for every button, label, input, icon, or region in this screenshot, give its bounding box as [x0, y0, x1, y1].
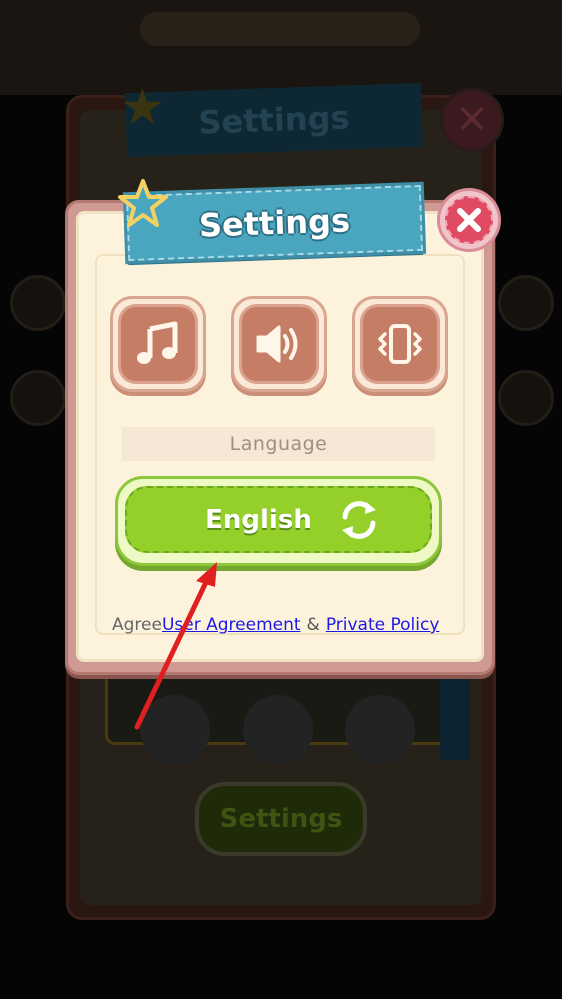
music-note-icon [118, 304, 198, 384]
background-side-icon [498, 370, 554, 426]
background-side-icon [10, 370, 66, 426]
private-policy-link[interactable]: Private Policy [326, 615, 440, 635]
background-resource-bar [140, 12, 420, 46]
refresh-icon [341, 500, 376, 539]
background-edge [440, 670, 470, 760]
ampersand-text: & [306, 615, 320, 635]
dialog-title: Settings [198, 201, 351, 245]
star-icon [118, 179, 168, 227]
language-value: English [205, 504, 312, 535]
user-agreement-link[interactable]: User Agreement [162, 615, 301, 635]
vibration-toggle-button[interactable] [352, 296, 448, 392]
background-side-icon [10, 275, 66, 331]
background-coin [345, 695, 415, 765]
background-coin [140, 695, 210, 765]
language-switch-button[interactable]: English [115, 476, 442, 566]
language-label: Language [229, 433, 328, 455]
close-icon [445, 196, 493, 244]
vibration-icon [360, 304, 440, 384]
language-label-bar: Language [122, 427, 435, 461]
background-panel-title: Settings [124, 82, 424, 158]
legal-footer: Agree User Agreement & Private Policy [112, 612, 452, 638]
background-coin [243, 695, 313, 765]
background-side-icon [498, 275, 554, 331]
speaker-icon [239, 304, 319, 384]
background-star-icon: ★ [120, 78, 165, 136]
close-button[interactable] [437, 188, 501, 252]
language-switch-face: English [125, 486, 432, 553]
background-settings-button: Settings [195, 782, 367, 856]
background-close-icon: ✕ [440, 88, 504, 152]
agree-text: Agree [112, 615, 162, 635]
dialog-title-ribbon: Settings [122, 181, 427, 265]
music-toggle-button[interactable] [110, 296, 206, 392]
sound-toggle-button[interactable] [231, 296, 327, 392]
